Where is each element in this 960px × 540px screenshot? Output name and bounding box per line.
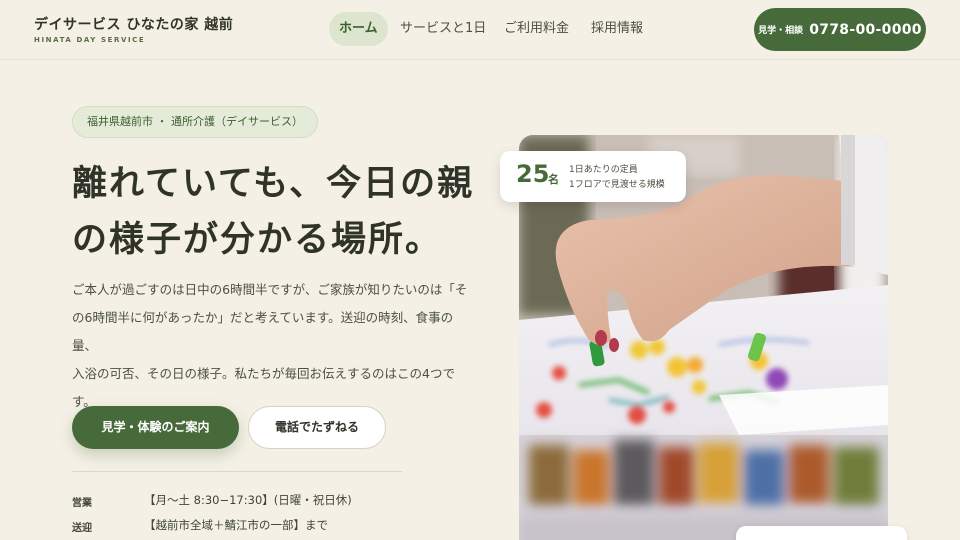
site-header: デイサービス ひなたの家 越前 HINATA DAY SERVICE ホーム サ… [0, 0, 960, 60]
nav-home[interactable]: ホーム [329, 12, 388, 46]
info-label: 営業 [72, 498, 92, 509]
brand-title[interactable]: デイサービス ひなたの家 越前 [34, 14, 233, 34]
capacity-stat-card: 25 名 1日あたりの定員 1フロアで見渡せる規模 [500, 151, 686, 202]
photo-caption-card [736, 526, 907, 540]
hero-title: 離れていても、今日の親 の様子が分かる場所。 [72, 156, 492, 268]
hero-description-line: ご本人が過ごすのは日中の6時間半ですが、ご家族が知りたいのは「そ [72, 282, 468, 297]
info-label: 送迎 [72, 523, 92, 534]
hero-description: ご本人が過ごすのは日中の6時間半ですが、ご家族が知りたいのは「そ の6時間半に何… [72, 276, 472, 416]
hero-description-line: 入浴の可否、その日の様子。私たちが毎回お伝えするのはこの4つで [72, 366, 455, 381]
info-value: 【月〜土 8:30−17:30】(日曜・祝日休) [144, 493, 352, 507]
visit-trial-button[interactable]: 見学・体験のご案内 [72, 406, 239, 449]
info-row-hours: 営業 【月〜土 8:30−17:30】(日曜・祝日休) [72, 492, 472, 512]
divider [72, 471, 402, 472]
hero-description-line: の6時間半に何があったか」だと考えています。送迎の時刻、食事の量、 [72, 310, 454, 353]
capacity-unit: 名 [548, 173, 559, 186]
hero-title-line-2: の様子が分かる場所。 [72, 220, 443, 260]
nav-pricing[interactable]: ご利用料金 [494, 12, 579, 46]
nav-recruit[interactable]: 採用情報 [581, 12, 653, 46]
info-value: 【越前市全域＋鯖江市の一部】まで [144, 518, 328, 532]
info-row-transport: 送迎 【越前市全域＋鯖江市の一部】まで [72, 517, 472, 537]
location-chip: 福井県越前市 ・ 通所介護（デイサービス） [72, 106, 318, 138]
phone-cta-prefix: 見学・相談 [758, 26, 804, 36]
phone-cta-button[interactable]: 見学・相談 0778-00-0000 [754, 8, 926, 51]
hero-title-line-1: 離れていても、今日の親 [72, 164, 475, 204]
phone-number: 0778-00-0000 [809, 21, 922, 38]
capacity-label: 1日あたりの定員 [569, 165, 638, 175]
brand-subtitle: HINATA DAY SERVICE [34, 36, 146, 44]
capacity-sublabel: 1フロアで見渡せる規模 [569, 180, 665, 190]
call-button[interactable]: 電話でたずねる [248, 406, 386, 449]
capacity-number: 25 [516, 160, 550, 188]
nav-service-and-day[interactable]: サービスと1日 [390, 12, 496, 46]
